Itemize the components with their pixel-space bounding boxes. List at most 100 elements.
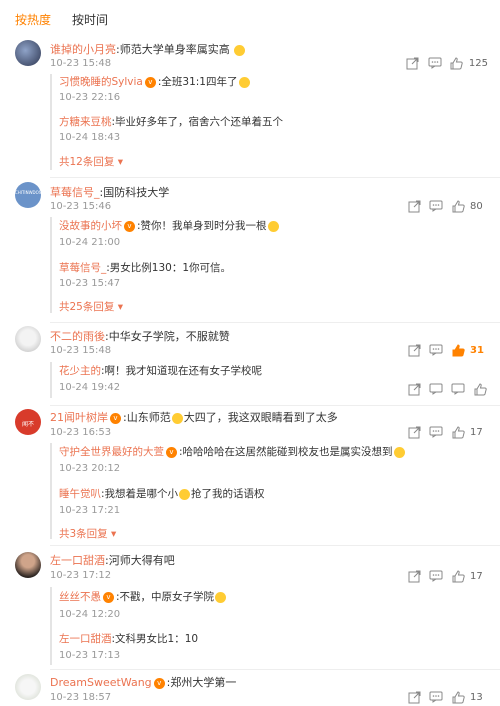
comment-text: :中华女子学院，不服就赞 (105, 330, 230, 343)
comment-item: 谁掉的小月亮:师范大学单身率属实高 10-23 15:48 125 习惯晚睡的S… (0, 34, 500, 178)
reply-text: :文科男女比1：10 (111, 633, 199, 645)
comment-icon[interactable] (428, 382, 444, 396)
username[interactable]: DreamSweetWang (50, 676, 152, 689)
more-replies-link[interactable]: 共12条回复 ▾ (59, 154, 123, 169)
comment-text-line: 左一口甜酒:河师大得有吧 (50, 552, 175, 568)
chevron-down-icon: ▾ (111, 528, 117, 540)
reply-username[interactable]: 丝丝不愚 (59, 591, 101, 603)
like-button[interactable]: 13 (450, 690, 488, 704)
reply-block: 习惯晚睡的Sylvia v:全班31:1四年了 10-23 22:16 方糖来豆桃… (50, 74, 490, 170)
like-button[interactable]: 17 (450, 569, 488, 583)
comment-text: :山东师范 (123, 411, 171, 424)
avatar[interactable]: 闻不 (15, 409, 41, 435)
chevron-down-icon: ▾ (117, 301, 123, 313)
comment-actions: 13 (406, 690, 488, 704)
thumbs-up-icon (450, 690, 466, 704)
emoji-icon (238, 76, 250, 88)
like-button[interactable]: 17 (450, 425, 488, 439)
username[interactable]: 左一口甜酒 (50, 554, 105, 567)
comment-text: 大四了，我这双眼睛看到了太多 (183, 411, 338, 424)
share-icon[interactable] (406, 569, 422, 583)
comment-text-line: 草莓信号_:国防科技大学 (50, 184, 169, 200)
fan-badge-icon: v (153, 677, 165, 689)
avatar[interactable]: CHITINWDOSTOOSTO (15, 182, 41, 208)
reply-username[interactable]: 习惯晚睡的Sylvia (59, 76, 143, 88)
username[interactable]: 21闻叶树岸 (50, 411, 108, 424)
avatar[interactable] (15, 40, 41, 66)
emoji-icon (234, 44, 246, 56)
reply-username[interactable]: 守护全世界最好的大萱 (59, 446, 164, 458)
reply-time: 10-23 17:21 (59, 505, 121, 516)
emoji-icon (171, 412, 183, 424)
sort-by-time-tab[interactable]: 按时间 (72, 11, 108, 28)
reply-text: 抢了我的话语权 (191, 488, 265, 500)
comment-icon[interactable] (428, 343, 444, 357)
reply-username[interactable]: 花少主的 (59, 365, 101, 377)
like-count: 125 (468, 57, 488, 69)
reply-username[interactable]: 方糖来豆桃 (59, 116, 112, 128)
share-icon[interactable] (406, 199, 422, 213)
reply-text: :不戳，中原女子学院 (116, 591, 215, 603)
reply-text: :我想着是哪个小 (101, 488, 179, 500)
comment-time: 10-23 17:12 (50, 570, 112, 581)
like-button[interactable]: 125 (449, 56, 488, 70)
comment-icon[interactable] (450, 382, 466, 396)
comment-icon[interactable] (428, 199, 444, 213)
like-count: 13 (470, 691, 483, 703)
comment-text: :郑州大学第一 (166, 676, 237, 689)
reply-time: 10-23 17:13 (59, 650, 121, 661)
like-button[interactable]: 31 (450, 343, 488, 357)
avatar[interactable] (15, 552, 41, 578)
share-icon[interactable] (406, 343, 422, 357)
reply-text: :啊！我才知道现在还有女子学校呢 (101, 365, 263, 377)
comment-item: 不二的雨後:中华女子学院，不服就赞 10-23 15:48 31 花少主的:啊！… (0, 323, 500, 406)
reply-text: :全班31:1四年了 (157, 76, 238, 88)
fan-badge-icon: v (110, 412, 121, 424)
comment-icon[interactable] (428, 425, 444, 439)
more-replies-link[interactable]: 共25条回复 ▾ (59, 299, 123, 314)
username[interactable]: 不二的雨後 (50, 330, 105, 343)
share-icon[interactable] (406, 425, 422, 439)
thumbs-up-icon (450, 425, 466, 439)
comment-text: :师范大学单身率属实高 (116, 43, 230, 56)
avatar[interactable] (15, 674, 41, 700)
reply-username[interactable]: 没故事的小坏 (59, 220, 122, 232)
comment-item: 闻不 21闻叶树岸 v:山东师范 大四了，我这双眼睛看到了太多 10-23 16:5… (0, 406, 500, 546)
reply-text: :男女比例130：1你可信。 (106, 262, 232, 274)
thumbs-up-icon[interactable] (472, 382, 488, 396)
comment-item: 左一口甜酒:河师大得有吧 10-23 17:12 17 丝丝不愚 v:不戳，中原女… (0, 546, 500, 670)
avatar[interactable] (15, 326, 41, 352)
comment-item: CHITINWDOSTOOSTO 草莓信号_:国防科技大学 10-23 15:4… (0, 178, 500, 323)
comment-time: 10-23 15:46 (50, 201, 112, 212)
comment-text-line: 21闻叶树岸 v:山东师范 大四了，我这双眼睛看到了太多 (50, 409, 338, 425)
reply-text: :毕业好多年了，宿舍六个还单着五个 (111, 116, 284, 128)
reply-username[interactable]: 睡午觉叭 (59, 488, 101, 500)
username[interactable]: 草莓信号_ (50, 186, 100, 199)
more-replies-link[interactable]: 共3条回复 ▾ (59, 526, 116, 541)
share-icon[interactable] (406, 382, 422, 396)
comment-text: :河师大得有吧 (105, 554, 175, 567)
comment-icon[interactable] (428, 690, 444, 704)
like-button[interactable]: 80 (450, 199, 488, 213)
emoji-icon (179, 488, 191, 500)
sort-by-hot-tab[interactable]: 按热度 (15, 11, 51, 28)
thumbs-up-icon (450, 569, 466, 583)
chevron-down-icon: ▾ (117, 156, 123, 168)
comment-icon[interactable] (428, 569, 444, 583)
like-count: 17 (470, 426, 483, 438)
thumbs-up-icon (450, 199, 466, 213)
like-count: 31 (470, 344, 484, 356)
share-icon[interactable] (406, 690, 422, 704)
share-icon[interactable] (405, 56, 421, 70)
reply-username[interactable]: 左一口甜酒 (59, 633, 112, 645)
reply-text: :赞你！我单身到时分我一根 (137, 220, 267, 232)
comment-icon[interactable] (427, 56, 443, 70)
username[interactable]: 谁掉的小月亮 (50, 43, 116, 56)
reply-username[interactable]: 草莓信号_ (59, 262, 106, 274)
reply-actions (406, 382, 488, 396)
comment-text-line: 谁掉的小月亮:师范大学单身率属实高 (50, 41, 246, 57)
comment-time: 10-23 18:57 (50, 692, 112, 703)
reply-time: 10-24 21:00 (59, 237, 121, 248)
reply-block: 没故事的小坏 v:赞你！我单身到时分我一根 10-24 21:00 草莓信号_:男… (50, 217, 490, 313)
thumbs-up-liked-icon (450, 343, 466, 357)
